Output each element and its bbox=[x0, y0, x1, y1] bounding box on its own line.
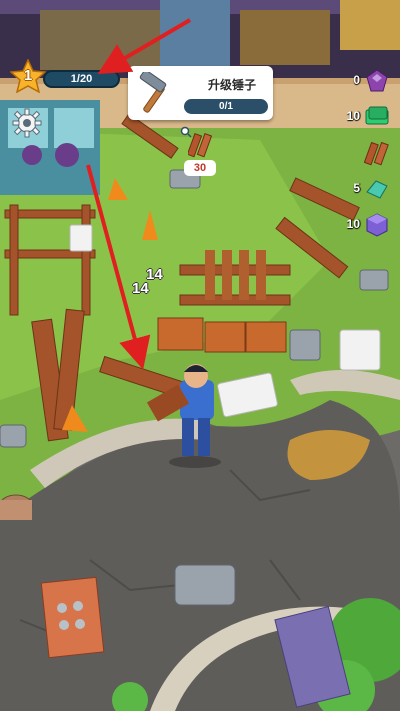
floating-numbers: 14 14 bbox=[132, 266, 180, 297]
purple-block-icon bbox=[366, 213, 388, 237]
task-progress-bar: 0/1 bbox=[184, 99, 268, 114]
resource-wood-plank bbox=[338, 138, 392, 168]
task-title: 升级锤子 bbox=[207, 78, 256, 92]
upgrade-hammer-task-card[interactable]: 升级锤子 0/1 bbox=[128, 66, 273, 120]
green-cash-icon bbox=[365, 106, 389, 125]
plank-requirement[interactable]: 30 bbox=[180, 126, 216, 176]
resource-green-cash: 10 bbox=[338, 102, 392, 132]
teal-crystal-icon bbox=[366, 180, 388, 199]
xp-text: 1/20 bbox=[70, 73, 93, 85]
task-progress-text: 0/1 bbox=[219, 101, 233, 112]
resource-count: 10 bbox=[346, 109, 360, 123]
resource-teal-crystal: 5 bbox=[338, 174, 392, 204]
resource-purple-gem: 0 bbox=[338, 66, 392, 96]
wood-plank-icon bbox=[188, 132, 212, 158]
resource-count: 0 bbox=[353, 73, 360, 87]
resource-count: 10 bbox=[346, 217, 360, 231]
purple-gem-icon bbox=[366, 69, 388, 92]
hammer-icon bbox=[139, 72, 167, 113]
wood-plank-icon bbox=[364, 141, 389, 166]
xp-progress-bar: 1/20 bbox=[43, 70, 120, 88]
gear-icon bbox=[12, 108, 42, 138]
plank-count: 30 bbox=[184, 160, 216, 176]
level-number: 1 bbox=[23, 67, 33, 84]
resource-count: 5 bbox=[353, 181, 360, 195]
resource-panel: 0 10 5 10 bbox=[338, 66, 392, 246]
level-display: 1 1/20 bbox=[10, 59, 120, 93]
floating-number: 14 bbox=[132, 280, 149, 297]
settings-button[interactable] bbox=[12, 108, 42, 138]
resource-purple-block: 10 bbox=[338, 210, 392, 240]
